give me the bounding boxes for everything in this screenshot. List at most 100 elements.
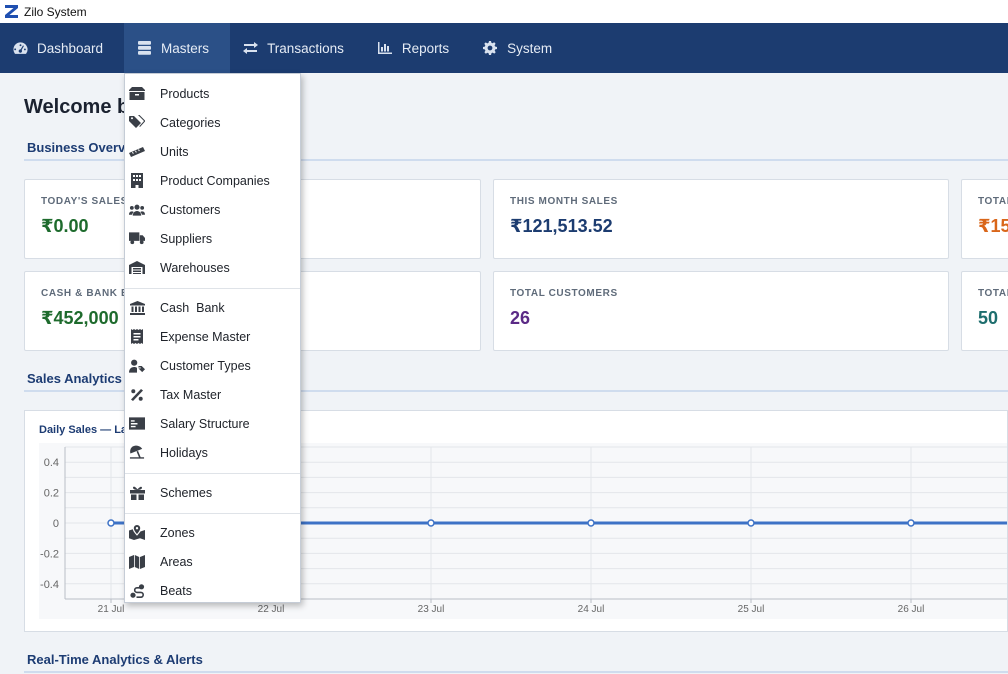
nav-masters[interactable]: Masters bbox=[124, 23, 231, 73]
menu-item-beats[interactable]: Beats bbox=[125, 577, 300, 604]
umbrella-beach-icon bbox=[129, 445, 145, 461]
x-tick-label: 22 Jul bbox=[258, 604, 285, 615]
menu-item-customer-types[interactable]: Customer Types bbox=[125, 352, 300, 379]
y-tick-label: 0.4 bbox=[44, 457, 59, 469]
card-value: 50 bbox=[978, 308, 999, 328]
card-label: TOTAL CUSTOMERS bbox=[510, 288, 618, 299]
truck-icon bbox=[129, 231, 145, 247]
card-value: 26 bbox=[510, 308, 531, 328]
menu-item-schemes[interactable]: Schemes bbox=[125, 479, 300, 506]
dashboard-gauge-icon bbox=[12, 40, 28, 56]
card-total-right-1: TOTAL ₹15 bbox=[961, 179, 1008, 259]
exchange-arrows-icon bbox=[242, 40, 258, 56]
y-tick-label: 0.2 bbox=[44, 488, 59, 500]
menu-item-warehouses[interactable]: Warehouses bbox=[125, 254, 300, 281]
map-icon bbox=[129, 554, 145, 570]
user-tag-icon bbox=[129, 358, 145, 374]
box-icon bbox=[129, 86, 145, 102]
menu-item-salary-structure[interactable]: Salary Structure bbox=[125, 410, 300, 437]
gift-icon bbox=[129, 485, 145, 501]
receipt-icon bbox=[129, 329, 145, 345]
menu-item-units[interactable]: Units bbox=[125, 138, 300, 165]
data-point bbox=[587, 519, 595, 527]
sales-analytics-heading: Sales Analytics bbox=[27, 371, 122, 386]
menu-item-expense-master[interactable]: Expense Master bbox=[125, 323, 300, 350]
menu-item-label: Warehouses bbox=[160, 260, 230, 275]
menu-item-areas[interactable]: Areas bbox=[125, 548, 300, 575]
card-label: TODAY'S SALES bbox=[41, 196, 128, 207]
main-nav: Dashboard Masters Transactions Reports S… bbox=[0, 23, 1008, 73]
card-total-customers: TOTAL CUSTOMERS 26 bbox=[493, 271, 949, 351]
x-tick-label: 23 Jul bbox=[418, 604, 445, 615]
menu-separator bbox=[125, 288, 300, 289]
x-tick-label: 21 Jul bbox=[98, 604, 125, 615]
nav-reports-label: Reports bbox=[401, 40, 450, 56]
section-divider bbox=[24, 671, 1008, 673]
app-logo-icon bbox=[4, 5, 18, 19]
menu-item-cash-bank[interactable]: Cash Bank bbox=[125, 294, 300, 321]
welcome-heading: Welcome b bbox=[24, 96, 130, 118]
data-point bbox=[427, 519, 435, 527]
y-tick-label: 0 bbox=[53, 518, 59, 530]
menu-item-zones[interactable]: Zones bbox=[125, 519, 300, 546]
window-title: Zilo System bbox=[24, 4, 87, 19]
database-icon bbox=[136, 40, 152, 56]
menu-item-label: Units bbox=[160, 144, 189, 159]
menu-item-customers[interactable]: Customers bbox=[125, 196, 300, 223]
menu-item-label: Zones bbox=[160, 525, 195, 540]
x-tick-label: 25 Jul bbox=[738, 604, 765, 615]
x-tick-label: 26 Jul bbox=[898, 604, 925, 615]
money-card-icon bbox=[129, 416, 145, 432]
card-month-sales: THIS MONTH SALES ₹121,513.52 bbox=[493, 179, 949, 259]
menu-item-label: Customer Types bbox=[160, 358, 251, 373]
nav-system[interactable]: System bbox=[470, 23, 573, 73]
menu-item-suppliers[interactable]: Suppliers bbox=[125, 225, 300, 252]
gear-icon bbox=[482, 40, 498, 56]
warehouse-icon bbox=[129, 260, 145, 276]
nav-system-label: System bbox=[507, 40, 553, 56]
ruler-icon bbox=[129, 144, 145, 160]
data-point bbox=[107, 519, 115, 527]
percent-icon bbox=[129, 387, 145, 403]
bar-chart-icon bbox=[377, 40, 393, 56]
card-label: TOTAL bbox=[978, 288, 1008, 299]
menu-item-label: Expense Master bbox=[160, 329, 251, 344]
nav-masters-label: Masters bbox=[161, 40, 210, 56]
title-bar: Zilo System bbox=[0, 0, 1008, 23]
menu-item-products[interactable]: Products bbox=[125, 80, 300, 107]
nav-transactions-label: Transactions bbox=[267, 40, 344, 56]
card-label: THIS MONTH SALES bbox=[510, 196, 618, 207]
menu-item-label: Cash Bank bbox=[160, 300, 225, 315]
route-icon bbox=[129, 583, 145, 599]
menu-item-label: Customers bbox=[160, 202, 221, 217]
y-tick-label: -0.4 bbox=[40, 579, 59, 591]
card-total-right-2: TOTAL 50 bbox=[961, 271, 1008, 351]
menu-item-label: Suppliers bbox=[160, 231, 213, 246]
tags-icon bbox=[129, 115, 145, 131]
card-label: TOTAL bbox=[978, 196, 1008, 207]
card-label: CASH & BANK B bbox=[41, 288, 129, 299]
menu-item-label: Products bbox=[160, 86, 210, 101]
menu-item-holidays[interactable]: Holidays bbox=[125, 439, 300, 466]
menu-item-label: Schemes bbox=[160, 485, 213, 500]
y-tick-label: -0.2 bbox=[40, 548, 59, 560]
nav-transactions[interactable]: Transactions bbox=[230, 23, 365, 73]
users-icon bbox=[129, 202, 145, 218]
nav-reports[interactable]: Reports bbox=[365, 23, 470, 73]
card-value: ₹452,000 bbox=[41, 308, 119, 328]
menu-item-label: Tax Master bbox=[160, 387, 222, 402]
masters-dropdown-menu: Products Categories Units Product Companies… bbox=[124, 73, 301, 603]
nav-dashboard[interactable]: Dashboard bbox=[0, 23, 124, 73]
menu-item-product-companies[interactable]: Product Companies bbox=[125, 167, 300, 194]
data-point bbox=[747, 519, 755, 527]
menu-item-label: Categories bbox=[160, 115, 221, 130]
menu-item-label: Salary Structure bbox=[160, 416, 250, 431]
bank-icon bbox=[129, 300, 145, 316]
card-value: ₹0.00 bbox=[41, 216, 89, 236]
menu-item-tax-master[interactable]: Tax Master bbox=[125, 381, 300, 408]
menu-item-categories[interactable]: Categories bbox=[125, 109, 300, 136]
realtime-analytics-heading: Real-Time Analytics & Alerts bbox=[27, 652, 203, 667]
business-overview-heading: Business Overvi bbox=[27, 140, 129, 155]
menu-separator bbox=[125, 513, 300, 514]
menu-separator bbox=[125, 473, 300, 474]
